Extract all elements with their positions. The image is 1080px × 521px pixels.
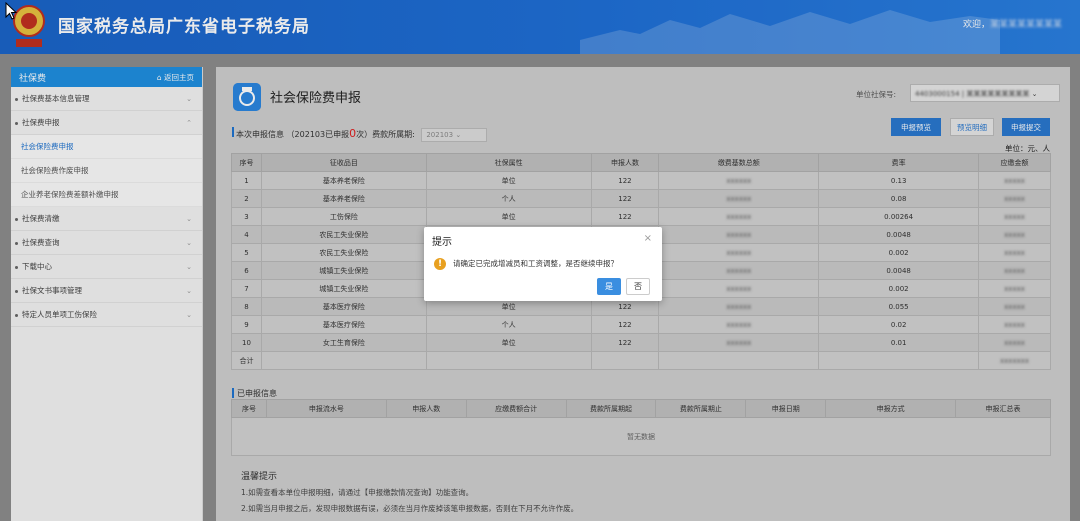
confirm-yes-button[interactable]: 是	[597, 278, 621, 295]
confirm-dialog: 提示 × ! 请确定已完成增减员和工资调整，是否继续申报？ 是 否	[424, 227, 662, 301]
confirm-no-button[interactable]: 否	[626, 278, 650, 295]
warning-icon: !	[434, 258, 446, 270]
close-icon[interactable]: ×	[644, 233, 652, 244]
mouse-cursor-icon	[5, 2, 17, 20]
dialog-title: 提示	[432, 237, 452, 248]
dialog-message: 请确定已完成增减员和工资调整，是否继续申报？	[453, 259, 618, 268]
